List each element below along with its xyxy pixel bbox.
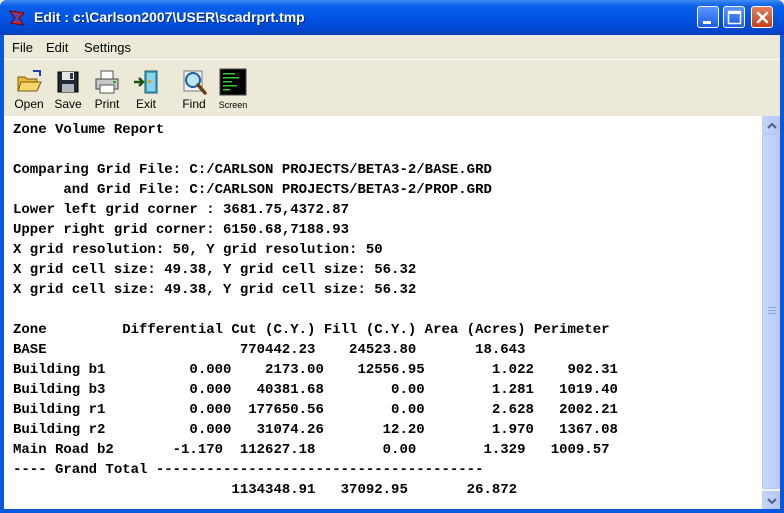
editor-window: Edit : c:\Carlson2007\USER\scadrprt.tmp … [0, 0, 784, 513]
report-line: Lower left grid corner : 3681.75,4372.87 [13, 202, 350, 218]
grip-line [768, 313, 776, 314]
report-line: Building b3 0.000 40381.68 0.00 1.281 10… [13, 382, 618, 398]
grip-line [768, 307, 776, 308]
text-editor-area[interactable]: Zone Volume Report Comparing Grid File: … [4, 116, 762, 509]
report-line: Building r1 0.000 177650.56 0.00 2.628 2… [13, 402, 618, 418]
report-line: X grid cell size: 49.38, Y grid cell siz… [13, 262, 417, 278]
app-icon[interactable] [8, 9, 26, 27]
open-button[interactable]: Open [9, 64, 49, 112]
menu-settings[interactable]: Settings [84, 40, 131, 55]
screen-label: Screen [218, 100, 248, 110]
exit-button[interactable]: Exit [126, 64, 166, 112]
report-line: 1134348.91 37092.95 26.872 [13, 482, 518, 498]
find-button[interactable]: Find [174, 64, 214, 112]
report-line: Building r2 0.000 31074.26 12.20 1.970 1… [13, 422, 618, 438]
grip-line [768, 310, 776, 311]
menu-file[interactable]: File [12, 40, 33, 55]
print-button[interactable]: Print [87, 64, 127, 112]
report-line: Building b1 0.000 2173.00 12556.95 1.022… [13, 362, 618, 378]
minimize-icon [703, 21, 711, 24]
find-label: Find [182, 97, 206, 111]
printer-icon [95, 70, 119, 94]
save-button[interactable]: Save [48, 64, 88, 112]
chevron-down-icon [767, 498, 777, 505]
maximize-button[interactable] [723, 6, 745, 28]
report-line: Comparing Grid File: C:/CARLSON PROJECTS… [13, 162, 492, 178]
vertical-scrollbar[interactable] [762, 116, 780, 509]
report-line: Main Road b2 -1.170 112627.18 0.00 1.329… [13, 442, 610, 458]
menu-edit[interactable]: Edit [46, 40, 68, 55]
maximize-icon [727, 10, 742, 25]
window-title: Edit : c:\Carlson2007\USER\scadrprt.tmp [34, 9, 305, 25]
minimize-button[interactable] [697, 6, 719, 28]
report-line: and Grid File: C:/CARLSON PROJECTS/BETA3… [13, 182, 492, 198]
title-bar[interactable]: Edit : c:\Carlson2007\USER\scadrprt.tmp [0, 0, 784, 35]
toolbar: Open Save Print Exit Find Screen [4, 59, 780, 116]
menu-bar: File Edit Settings [4, 35, 780, 59]
report-line: X grid resolution: 50, Y grid resolution… [13, 242, 383, 258]
close-icon [756, 11, 769, 24]
report-line: Upper right grid corner: 6150.68,7188.93 [13, 222, 350, 238]
floppy-disk-icon [57, 71, 79, 93]
scroll-up-button[interactable] [762, 116, 780, 134]
print-label: Print [94, 97, 120, 111]
chevron-up-icon [767, 122, 777, 129]
save-label: Save [54, 97, 82, 111]
report-text: Zone Volume Report Comparing Grid File: … [13, 120, 618, 500]
window-client: File Edit Settings Open Save Print Exit … [4, 35, 780, 509]
report-line: Zone Differential Cut (C.Y.) Fill (C.Y.)… [13, 322, 610, 338]
report-line: Zone Volume Report [13, 122, 165, 138]
exit-door-icon [134, 70, 158, 94]
magnifier-icon [183, 70, 207, 95]
scroll-thumb[interactable] [762, 134, 780, 489]
scroll-down-button[interactable] [762, 491, 780, 509]
screen-icon [219, 68, 247, 96]
report-line: ---- Grand Total -----------------------… [13, 462, 484, 478]
open-label: Open [14, 97, 44, 111]
folder-open-icon [17, 70, 42, 92]
report-line: BASE 770442.23 24523.80 18.643 [13, 342, 526, 358]
close-button[interactable] [751, 6, 773, 28]
screen-button[interactable]: Screen [213, 64, 253, 112]
exit-label: Exit [135, 97, 156, 111]
report-line: X grid cell size: 49.38, Y grid cell siz… [13, 282, 417, 298]
